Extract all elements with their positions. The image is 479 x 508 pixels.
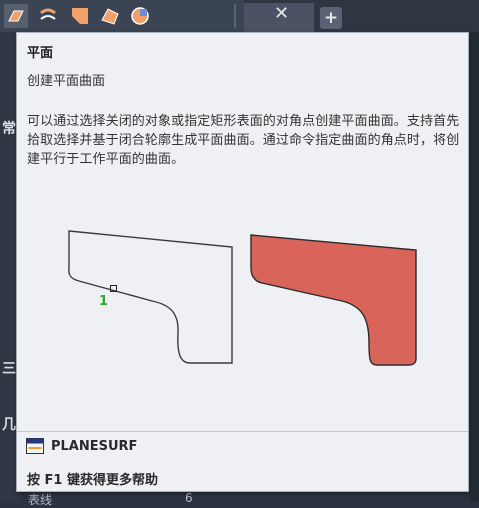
- tooltip-divider: [17, 431, 468, 432]
- command-tooltip: 平面 创建平面曲面 可以通过选择关闭的对象或指定矩形表面的对角点创建平面曲面。支…: [16, 32, 469, 492]
- planar-surface-result-shape: [250, 234, 417, 366]
- left-label-3d: 三: [2, 361, 16, 377]
- tooltip-command-name: PLANESURF: [51, 439, 138, 454]
- outline-profile-shape: [68, 230, 233, 364]
- pick-point-label: 1: [99, 294, 108, 309]
- tooltip-description: 可以通过选择关闭的对象或指定矩形表面的对角点创建平面曲面。支持首先拾取选择并基于…: [27, 114, 460, 167]
- patch-tool-icon[interactable]: [68, 4, 92, 28]
- tooltip-subtitle: 创建平面曲面: [27, 74, 106, 89]
- document-tab-bar: ✕ +: [244, 0, 479, 32]
- command-icon: [26, 438, 44, 454]
- tooltip-title: 平面: [27, 46, 54, 61]
- left-label-geometry: 几: [2, 417, 16, 433]
- tooltip-help-text: 按 F1 键获得更多帮助: [27, 473, 158, 488]
- toolbar-separator: [234, 4, 236, 28]
- tooltip-illustration: 1: [68, 230, 417, 366]
- bottom-property-value: 6: [185, 491, 193, 505]
- close-tab-icon[interactable]: ✕: [274, 3, 289, 24]
- offset-tool-icon[interactable]: [98, 4, 122, 28]
- add-tab-icon[interactable]: +: [320, 7, 342, 29]
- planar-surface-tool-icon[interactable]: [4, 4, 28, 28]
- left-label-common: 常: [2, 121, 16, 137]
- bottom-property-label: 表线: [28, 493, 53, 507]
- blend-tool-icon[interactable]: [36, 4, 60, 28]
- surface-network-icon[interactable]: [128, 4, 152, 28]
- right-scroll-region: [470, 32, 479, 502]
